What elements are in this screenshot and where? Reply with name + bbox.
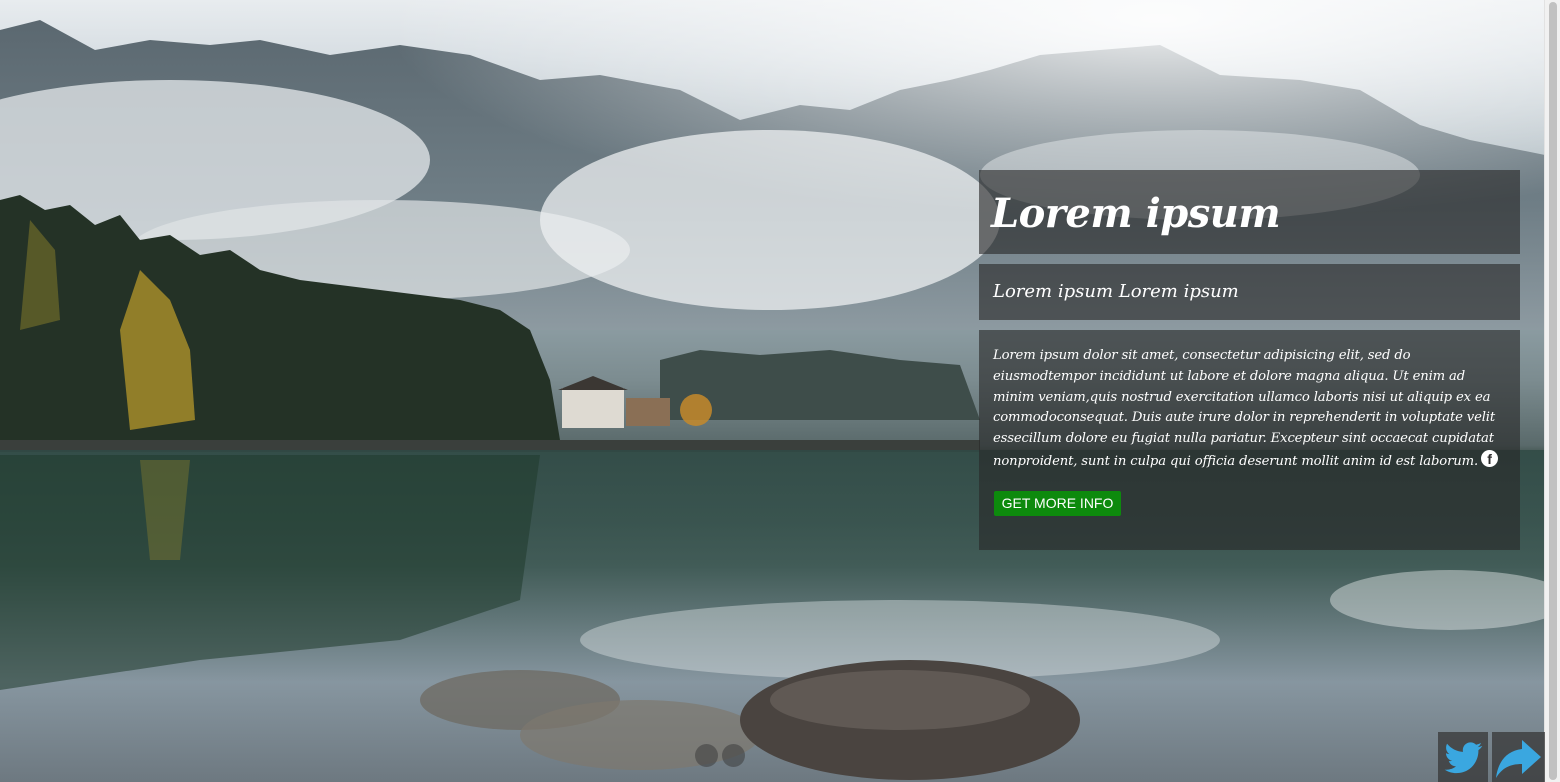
get-more-info-button[interactable]: GET MORE INFO — [994, 491, 1121, 516]
hero-body-panel: Lorem ipsum dolor sit amet, consectetur … — [979, 330, 1520, 550]
hero-title: Lorem ipsum — [991, 190, 1281, 237]
hero-body-copy: Lorem ipsum dolor sit amet, consectetur … — [993, 348, 1496, 469]
facebook-icon[interactable]: f — [1481, 449, 1498, 467]
twitter-button[interactable] — [1438, 732, 1488, 782]
hero-subtitle: Lorem ipsum Lorem ipsum — [993, 281, 1239, 302]
scrollbar-thumb[interactable] — [1549, 2, 1557, 780]
slider-dot-2[interactable] — [722, 744, 745, 767]
hero-title-panel: Lorem ipsum — [979, 170, 1520, 254]
hero-subtitle-panel: Lorem ipsum Lorem ipsum — [979, 264, 1520, 320]
slider-pagination — [695, 744, 745, 767]
twitter-icon — [1444, 742, 1483, 774]
page: Lorem ipsum Lorem ipsum Lorem ipsum Lore… — [0, 0, 1560, 782]
share-icon — [1496, 740, 1541, 778]
share-button[interactable] — [1492, 732, 1545, 782]
vertical-scrollbar[interactable] — [1544, 0, 1560, 782]
hero-body-text: Lorem ipsum dolor sit amet, consectetur … — [993, 346, 1506, 473]
slider-dot-1[interactable] — [695, 744, 718, 767]
